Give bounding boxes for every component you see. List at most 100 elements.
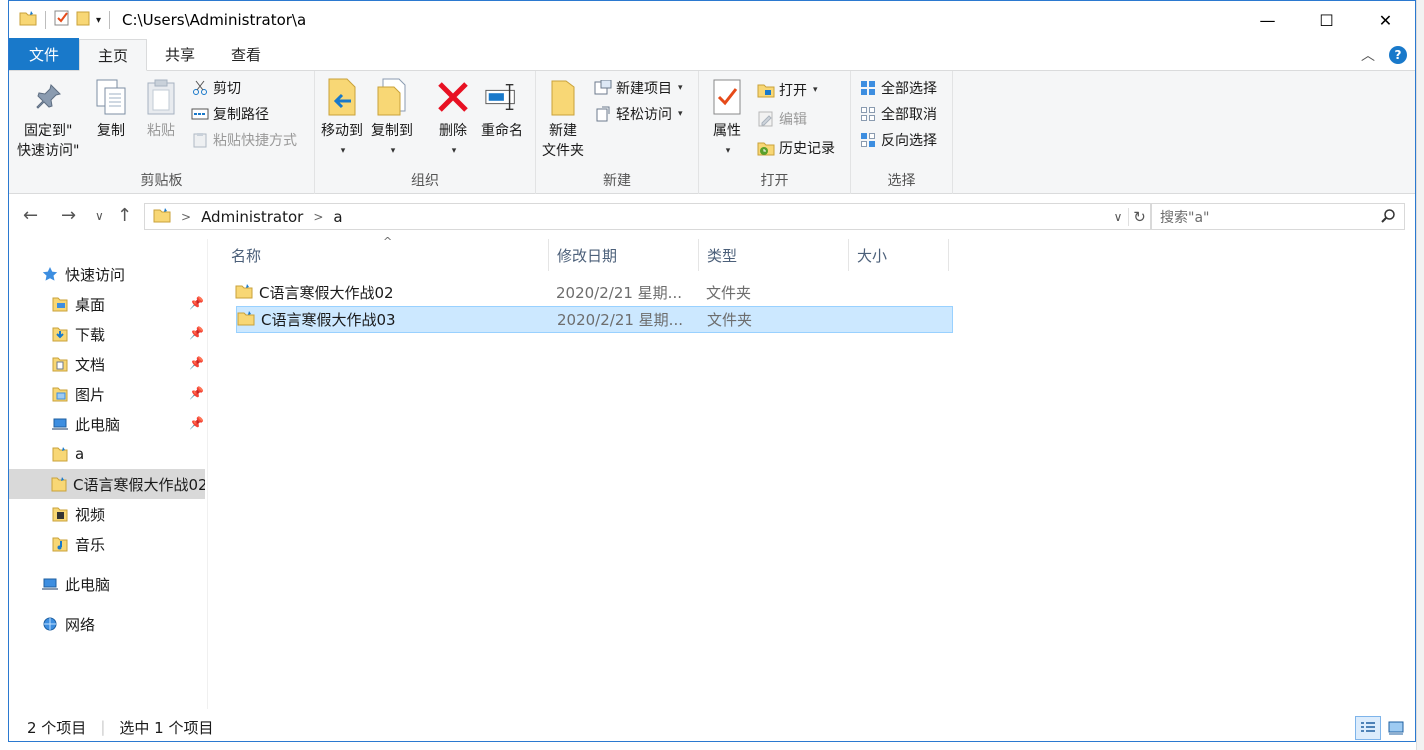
select-none-label: 全部取消 xyxy=(881,107,937,123)
group-label-new: 新建 xyxy=(603,173,631,189)
breadcrumb-a[interactable]: a xyxy=(333,208,342,226)
delete-label: 删除 xyxy=(439,123,467,139)
copy-to-button[interactable]: 复制到 ▾ xyxy=(371,77,413,161)
pin-icon[interactable]: 📌 xyxy=(189,416,204,430)
paste-label: 粘贴 xyxy=(147,123,175,139)
folder-icon xyxy=(51,445,69,463)
copy-label: 复制 xyxy=(97,123,125,139)
details-view-icon[interactable] xyxy=(1355,716,1381,740)
maximize-button[interactable]: ☐ xyxy=(1297,1,1356,39)
nav-item-this-pc-pinned[interactable]: 此电脑 xyxy=(51,409,120,439)
file-name-cell: C语言寒假大作战03 xyxy=(237,309,396,330)
easy-access-button[interactable]: 轻松访问 ▾ xyxy=(594,103,683,125)
large-icons-view-icon[interactable] xyxy=(1383,716,1409,740)
tab-file[interactable]: 文件 xyxy=(9,38,79,70)
table-row-selected[interactable]: C语言寒假大作战03 2020/2/21 星期... 文件夹 xyxy=(236,306,953,333)
tab-home[interactable]: 主页 xyxy=(79,39,148,71)
nav-quick-access[interactable]: 快速访问 xyxy=(41,259,125,289)
move-to-button[interactable]: 移动到 ▾ xyxy=(321,77,363,161)
edit-label: 编辑 xyxy=(779,112,807,128)
collapse-ribbon-chevron-up-icon[interactable]: ︿ xyxy=(1361,45,1375,65)
rename-button[interactable]: 重命名 xyxy=(481,77,523,141)
navigation-pane: 快速访问 桌面 📌 下载 📌 文档 📌 图片 📌 此电脑 📌 a C语言寒假大作… xyxy=(9,239,207,709)
invert-selection-label: 反向选择 xyxy=(881,133,937,149)
pane-divider[interactable] xyxy=(207,239,208,709)
back-arrow-icon[interactable]: ← xyxy=(23,205,38,226)
nav-item-pictures[interactable]: 图片 xyxy=(51,379,105,409)
nav-item-a[interactable]: a xyxy=(51,439,84,469)
new-folder-icon xyxy=(545,77,581,117)
column-header-type[interactable]: 类型 xyxy=(699,239,849,271)
nav-item-desktop[interactable]: 桌面 xyxy=(51,289,105,319)
history-button[interactable]: 历史记录 xyxy=(757,137,835,159)
copy-path-button[interactable]: 复制路径 xyxy=(191,103,269,125)
address-folder-icon xyxy=(153,207,171,227)
folder-icon xyxy=(51,475,67,493)
column-header-size[interactable]: 大小 xyxy=(849,239,949,271)
new-folder-label-line2: 文件夹 xyxy=(542,143,584,159)
cut-button[interactable]: 剪切 xyxy=(191,77,241,99)
nav-item-music[interactable]: 音乐 xyxy=(51,529,105,559)
open-folder-icon xyxy=(757,81,775,99)
edit-button[interactable]: 编辑 xyxy=(757,108,807,130)
pin-icon[interactable]: 📌 xyxy=(189,386,204,400)
pin-icon[interactable]: 📌 xyxy=(189,326,204,340)
pin-quick-access-button[interactable]: 固定到" 快速访问" xyxy=(17,77,79,161)
address-history-chevron-icon[interactable]: ∨ xyxy=(1108,210,1128,224)
pin-icon[interactable]: 📌 xyxy=(189,356,204,370)
tab-share[interactable]: 共享 xyxy=(147,39,213,70)
status-bar: 2 个项目 | 选中 1 个项目 xyxy=(9,711,1415,743)
nav-item-label: 音乐 xyxy=(75,535,106,554)
paste-shortcut-button[interactable]: 粘贴快捷方式 xyxy=(191,129,297,151)
close-button[interactable]: ✕ xyxy=(1356,1,1415,39)
copy-to-icon xyxy=(374,77,410,117)
star-icon xyxy=(41,265,59,283)
nav-item-c-project-02[interactable]: C语言寒假大作战02 xyxy=(9,469,205,499)
new-folder-quick-icon[interactable] xyxy=(76,10,90,30)
forward-arrow-icon[interactable]: → xyxy=(61,205,76,226)
nav-this-pc[interactable]: 此电脑 xyxy=(41,569,110,599)
new-item-dropdown-icon: ▾ xyxy=(678,83,683,93)
paste-button[interactable]: 粘贴 xyxy=(143,77,179,141)
rename-icon xyxy=(484,77,520,117)
file-list: ^ 名称 修改日期 类型 大小 C语言寒假大作战02 2020/2/21 星期.… xyxy=(227,235,1407,709)
recent-locations-chevron-icon[interactable]: ∨ xyxy=(95,209,104,223)
cut-label: 剪切 xyxy=(213,81,241,97)
breadcrumb-chevron-icon[interactable]: > xyxy=(181,210,191,224)
invert-selection-button[interactable]: 反向选择 xyxy=(859,129,937,151)
select-all-button[interactable]: 全部选择 xyxy=(859,77,937,99)
pin-icon xyxy=(30,77,66,117)
new-item-icon xyxy=(594,79,612,97)
nav-item-downloads[interactable]: 下载 xyxy=(51,319,105,349)
nav-network[interactable]: 网络 xyxy=(41,609,95,639)
copy-button[interactable]: 复制 xyxy=(93,77,129,141)
delete-button[interactable]: 删除 ▾ xyxy=(435,77,471,161)
refresh-icon[interactable]: ↻ xyxy=(1128,207,1150,226)
properties-quick-icon[interactable] xyxy=(54,10,70,30)
search-icon[interactable] xyxy=(1380,208,1396,228)
table-row[interactable]: C语言寒假大作战02 2020/2/21 星期... 文件夹 xyxy=(227,279,944,306)
select-none-button[interactable]: 全部取消 xyxy=(859,103,937,125)
address-bar[interactable]: > Administrator > a ∨ ↻ xyxy=(144,203,1151,230)
help-icon[interactable]: ? xyxy=(1389,46,1407,64)
nav-item-videos[interactable]: 视频 xyxy=(51,499,105,529)
quick-access-toolbar: ▾ xyxy=(9,1,112,39)
tab-view[interactable]: 查看 xyxy=(213,39,279,70)
properties-button[interactable]: 属性 ▾ xyxy=(709,77,745,161)
minimize-button[interactable]: — xyxy=(1238,1,1297,39)
new-folder-button[interactable]: 新建 文件夹 xyxy=(542,77,584,161)
pin-icon[interactable]: 📌 xyxy=(189,296,204,310)
new-item-button[interactable]: 新建项目 ▾ xyxy=(594,77,683,99)
status-separator: | xyxy=(100,718,106,736)
select-all-label: 全部选择 xyxy=(881,81,937,97)
up-arrow-icon[interactable]: ↑ xyxy=(117,205,132,226)
title-bar: ▾ C:\Users\Administrator\a — ☐ ✕ xyxy=(9,1,1415,39)
nav-item-documents[interactable]: 文档 xyxy=(51,349,105,379)
open-button[interactable]: 打开 ▾ xyxy=(757,79,818,101)
breadcrumb-administrator[interactable]: Administrator xyxy=(201,208,303,226)
column-header-name[interactable]: 名称 xyxy=(227,239,549,271)
customize-toolbar-chevron-icon[interactable]: ▾ xyxy=(96,15,101,26)
breadcrumb-chevron-icon[interactable]: > xyxy=(313,210,323,224)
search-box[interactable]: 搜索"a" xyxy=(1151,203,1405,230)
column-header-date[interactable]: 修改日期 xyxy=(549,239,699,271)
